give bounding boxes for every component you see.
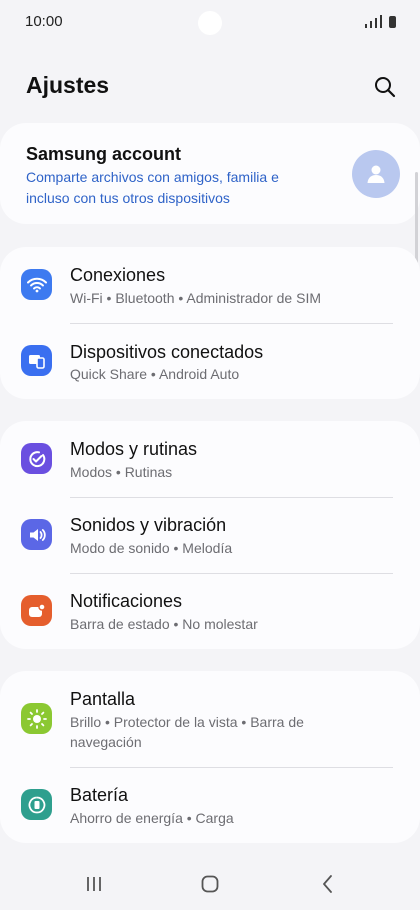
brightness-icon — [21, 703, 52, 734]
account-subtitle: Comparte archivos con amigos, familia e … — [26, 169, 279, 206]
signal-bar-icon — [365, 24, 367, 28]
item-description: Brillo • Protector de la vista • Barra d… — [70, 714, 304, 750]
settings-item-conexiones[interactable]: Conexiones Wi-Fi • Bluetooth • Administr… — [0, 247, 420, 323]
signal-bar-icon — [375, 18, 377, 28]
avatar[interactable] — [352, 150, 400, 198]
settings-item-sonidos-y-vibracion[interactable]: Sonidos y vibración Modo de sonido • Mel… — [0, 497, 420, 573]
item-label: Sonidos y vibración — [70, 515, 227, 535]
page-title: Ajustes — [26, 72, 110, 98]
item-description: Barra de estado • No molestar — [70, 616, 258, 632]
item-description: Ahorro de energía • Carga — [70, 810, 234, 826]
devices-icon — [21, 345, 52, 376]
wifi-icon — [21, 269, 52, 300]
settings-item-pantalla[interactable]: Pantalla Brillo • Protector de la vista … — [0, 671, 420, 767]
settings-item-notificaciones[interactable]: Notificaciones Barra de estado • No mole… — [0, 573, 420, 649]
item-label: Conexiones — [70, 265, 166, 285]
battery-status-icon — [389, 16, 396, 28]
notification-icon — [21, 595, 52, 626]
account-title: Samsung account — [26, 144, 182, 164]
settings-item-modos-y-rutinas[interactable]: Modos y rutinas Modos • Rutinas — [0, 421, 420, 497]
item-description: Modos • Rutinas — [70, 464, 173, 480]
item-label: Modos y rutinas — [70, 439, 198, 459]
recents-icon[interactable] — [79, 870, 109, 898]
settings-item-dispositivos-conectados[interactable]: Dispositivos conectados Quick Share • An… — [0, 323, 420, 399]
signal-bar-icon — [380, 15, 382, 28]
settings-item-bateria[interactable]: Batería Ahorro de energía • Carga — [0, 767, 420, 843]
battery-icon — [21, 789, 52, 820]
item-label: Pantalla — [70, 689, 136, 709]
person-icon — [367, 165, 385, 183]
navigation-bar — [0, 856, 420, 910]
status-icons — [365, 14, 396, 28]
item-label: Notificaciones — [70, 591, 183, 611]
item-label: Batería — [70, 785, 129, 805]
status-time: 10:00 — [25, 13, 63, 30]
check-circle-icon — [21, 443, 52, 474]
search-icon[interactable] — [374, 76, 396, 98]
item-label: Dispositivos conectados — [70, 342, 264, 362]
status-bar: 10:00 — [0, 0, 420, 44]
volume-icon — [21, 519, 52, 550]
item-description: Wi-Fi • Bluetooth • Administrador de SIM — [70, 290, 322, 306]
camera-cutout — [198, 11, 222, 35]
back-icon[interactable] — [313, 870, 343, 898]
item-description: Quick Share • Android Auto — [70, 366, 240, 382]
item-description: Modo de sonido • Melodía — [70, 540, 233, 556]
signal-bar-icon — [370, 21, 372, 28]
home-icon[interactable] — [195, 870, 225, 898]
